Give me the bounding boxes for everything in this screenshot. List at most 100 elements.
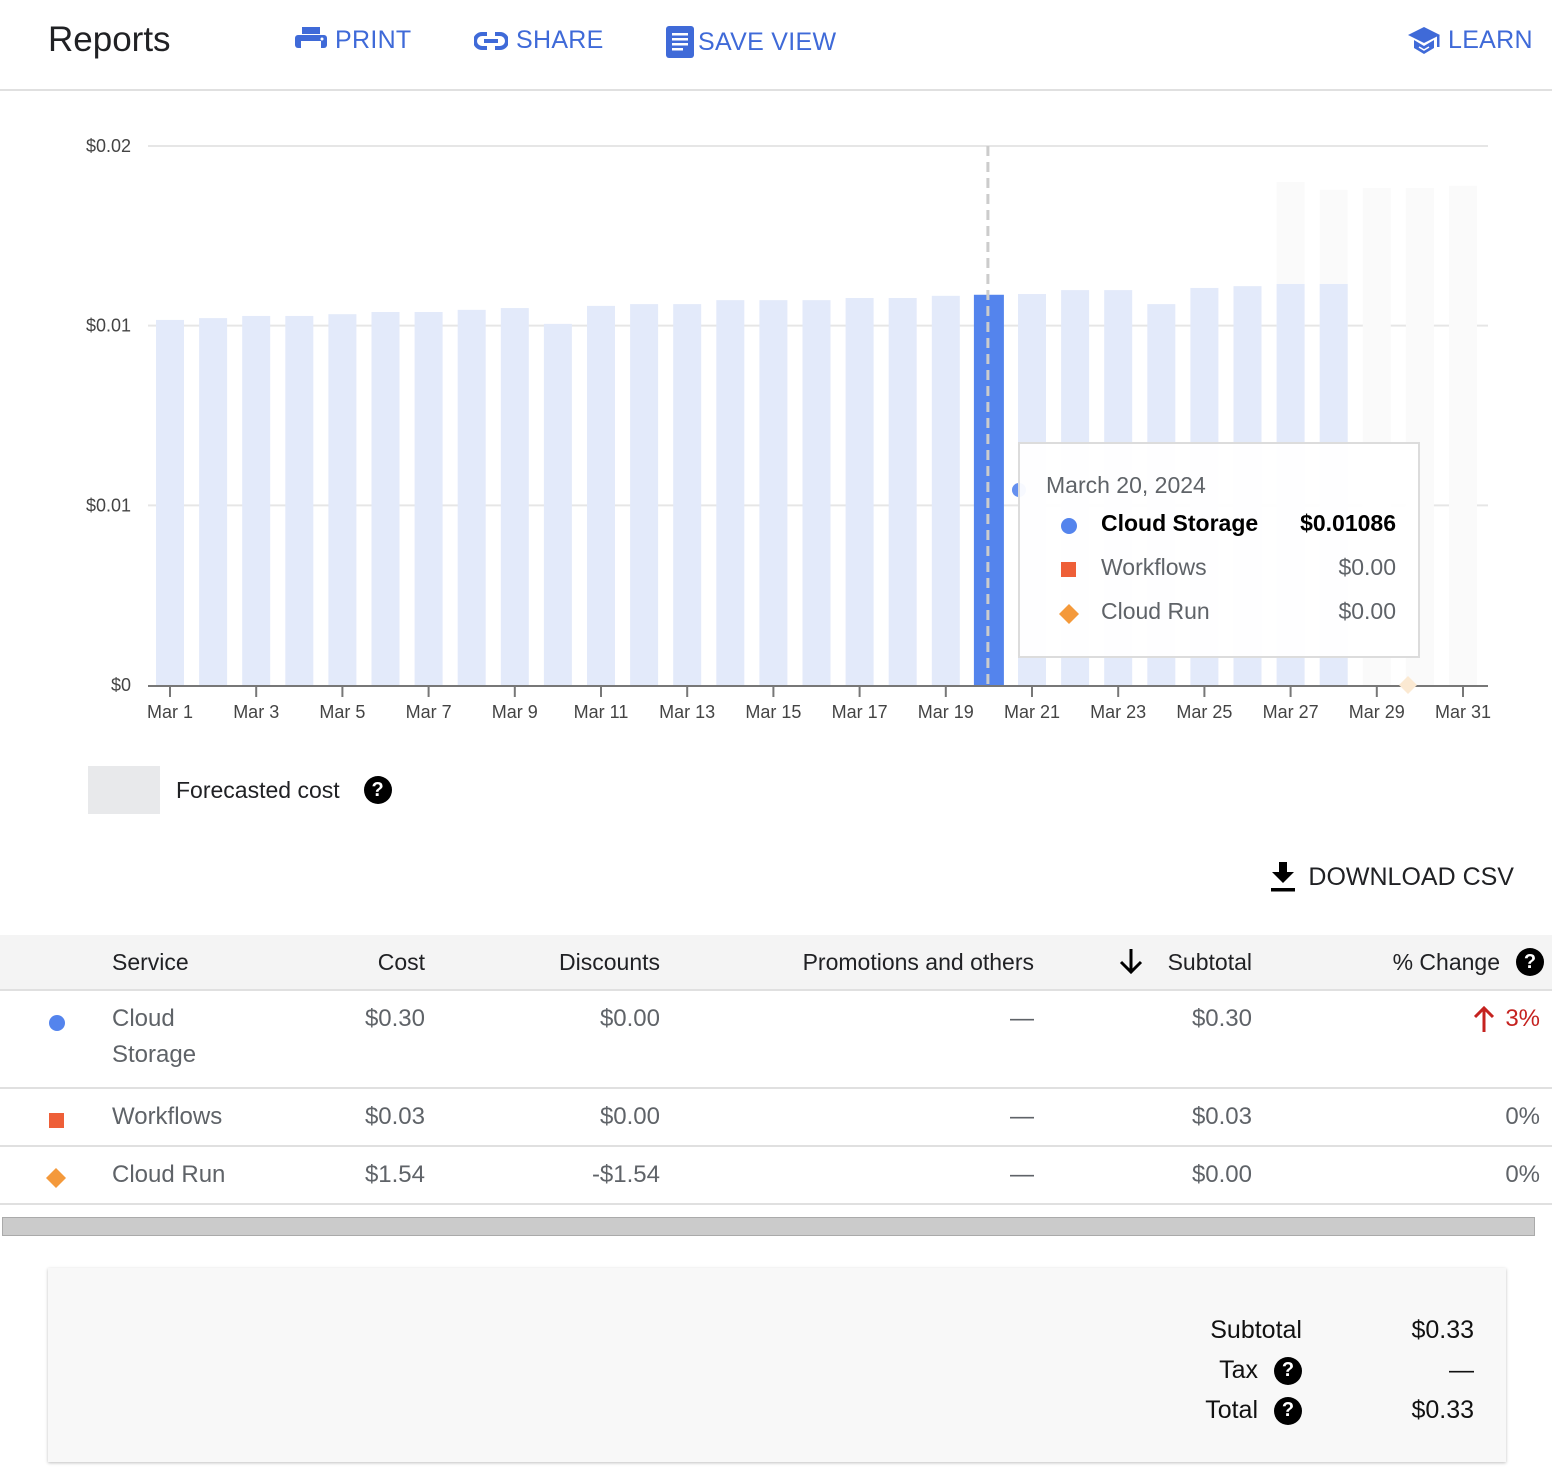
page-title: Reports	[48, 20, 171, 59]
learn-button[interactable]: LEARN	[1408, 26, 1533, 55]
download-csv-label: DOWNLOAD CSV	[1308, 862, 1514, 891]
table-header: Service Cost Discounts Promotions and ot…	[0, 935, 1552, 991]
bar-mar-5	[328, 314, 357, 685]
y-tick-label: $0.02	[86, 136, 131, 156]
x-tick-label: Mar 3	[233, 702, 279, 722]
bar-mar-9	[500, 308, 529, 685]
print-label: PRINT	[335, 26, 412, 54]
services-table: Service Cost Discounts Promotions and ot…	[0, 935, 1552, 1205]
x-tick-label: Mar 5	[319, 702, 365, 722]
circle-marker-icon	[48, 1011, 66, 1039]
column-header-promotions[interactable]: Promotions and others	[803, 949, 1034, 976]
help-icon[interactable]: ?	[1274, 1356, 1302, 1385]
school-icon	[1408, 26, 1440, 54]
cost-cell: $0.30	[364, 1005, 425, 1032]
promotions-cell: —	[1010, 1103, 1034, 1130]
bar-mar-2	[199, 318, 228, 685]
x-tick-label: Mar 27	[1263, 702, 1319, 722]
forecast-legend-label: Forecasted cost	[176, 776, 340, 803]
x-tick-label: Mar 19	[918, 702, 974, 722]
bar-mar-3	[242, 315, 271, 685]
tooltip-series-value: $0.01086	[1300, 510, 1396, 536]
table-row[interactable]: Cloud Storage $0.30 $0.00 — $0.30 3%	[0, 991, 1552, 1089]
circle-marker-icon	[1061, 518, 1077, 534]
x-tick-label: Mar 11	[574, 702, 629, 722]
bar-mar-7	[414, 312, 443, 685]
help-icon[interactable]: ?	[1516, 948, 1544, 976]
discounts-cell: -$1.54	[591, 1161, 660, 1188]
bar-mar-16	[802, 300, 831, 685]
x-tick-label: Mar 21	[1004, 702, 1060, 722]
change-cell: 0%	[1505, 1161, 1540, 1188]
promotions-cell: —	[1010, 1005, 1034, 1032]
tooltip-series-value: $0.00	[1338, 554, 1396, 580]
print-button[interactable]: PRINT	[295, 26, 412, 55]
x-tick-label: Mar 1	[147, 702, 193, 722]
table-row[interactable]: Workflows $0.03 $0.00 — $0.03 0%	[0, 1089, 1552, 1147]
print-icon	[295, 26, 327, 55]
help-icon[interactable]: ?	[1274, 1396, 1302, 1425]
bar-mar-11	[587, 305, 615, 685]
chart-tooltip: March 20, 2024 Cloud Storage $0.01086 Wo…	[1018, 442, 1420, 658]
share-button[interactable]: SHARE	[474, 26, 604, 55]
total-label: Total	[1205, 1396, 1258, 1424]
discounts-cell: $0.00	[599, 1005, 660, 1032]
subtotal-cell: $0.30	[1191, 1005, 1252, 1032]
column-header-service[interactable]: Service	[112, 949, 189, 976]
forecast-bar	[1449, 185, 1477, 686]
totals-card: Subtotal $0.33 Tax? — Total? $0.33	[48, 1268, 1506, 1462]
bar-mar-10	[543, 323, 572, 685]
subtotal-cell: $0.00	[1191, 1161, 1252, 1188]
promotions-cell: —	[1010, 1161, 1034, 1188]
share-label: SHARE	[516, 26, 604, 54]
horizontal-scrollbar[interactable]	[2, 1217, 1535, 1236]
column-header-cost[interactable]: Cost	[378, 949, 425, 976]
bar-mar-4	[285, 315, 314, 685]
x-tick-label: Mar 7	[406, 702, 452, 722]
subtotal-cell: $0.03	[1191, 1103, 1252, 1130]
subtotal-label: Subtotal	[1210, 1316, 1302, 1344]
x-tick-label: Mar 23	[1090, 702, 1146, 722]
service-name: Cloud Run	[112, 1161, 226, 1188]
x-tick-label: Mar 29	[1349, 702, 1405, 722]
tooltip-row-workflows: Workflows $0.00	[1046, 554, 1396, 584]
download-csv-button[interactable]: DOWNLOAD CSV	[1270, 862, 1514, 892]
tax-label: Tax	[1219, 1356, 1258, 1384]
table-row[interactable]: Cloud Run $1.54 -$1.54 — $0.00 0%	[0, 1147, 1552, 1205]
tooltip-series-name: Cloud Run	[1101, 598, 1210, 624]
column-header-discounts[interactable]: Discounts	[559, 949, 660, 976]
square-marker-icon	[48, 1109, 66, 1137]
tooltip-row-cloud-run: Cloud Run $0.00	[1046, 598, 1396, 628]
totals-subtotal-row: Subtotal $0.33	[1134, 1316, 1474, 1348]
column-header-change[interactable]: % Change	[1393, 949, 1500, 976]
download-icon	[1271, 862, 1296, 892]
bar-mar-14	[716, 300, 745, 685]
save-view-button[interactable]: SAVE VIEW	[666, 26, 836, 58]
y-tick-label: $0.01	[86, 495, 131, 515]
x-tick-label: Mar 17	[832, 702, 888, 722]
tooltip-series-name: Workflows	[1101, 554, 1207, 580]
bar-mar-15	[759, 300, 788, 685]
learn-label: LEARN	[1448, 26, 1533, 54]
tooltip-row-cloud-storage: Cloud Storage $0.01086	[1046, 510, 1396, 540]
column-header-subtotal[interactable]: Subtotal	[1168, 949, 1252, 976]
bar-mar-13	[673, 304, 702, 685]
sort-descending-icon[interactable]	[1118, 947, 1144, 981]
help-icon[interactable]: ?	[363, 776, 392, 804]
chart-legend: Forecasted cost ?	[88, 766, 392, 814]
bar-mar-18	[888, 297, 917, 685]
link-icon	[474, 31, 508, 50]
bar-mar-1	[156, 319, 184, 685]
x-tick-label: Mar 9	[492, 702, 538, 722]
tooltip-date: March 20, 2024	[1046, 472, 1206, 498]
bar-mar-17	[845, 297, 874, 685]
x-tick-label: Mar 13	[659, 702, 715, 722]
tax-value: —	[1449, 1356, 1474, 1384]
bar-mar-6	[371, 312, 400, 685]
bar-mar-8	[457, 309, 486, 685]
square-marker-icon	[1061, 562, 1076, 577]
change-cell: 0%	[1505, 1103, 1540, 1130]
cost-cell: $1.54	[364, 1161, 425, 1188]
y-tick-label: $0	[111, 675, 131, 695]
x-tick-label: Mar 25	[1176, 702, 1232, 722]
